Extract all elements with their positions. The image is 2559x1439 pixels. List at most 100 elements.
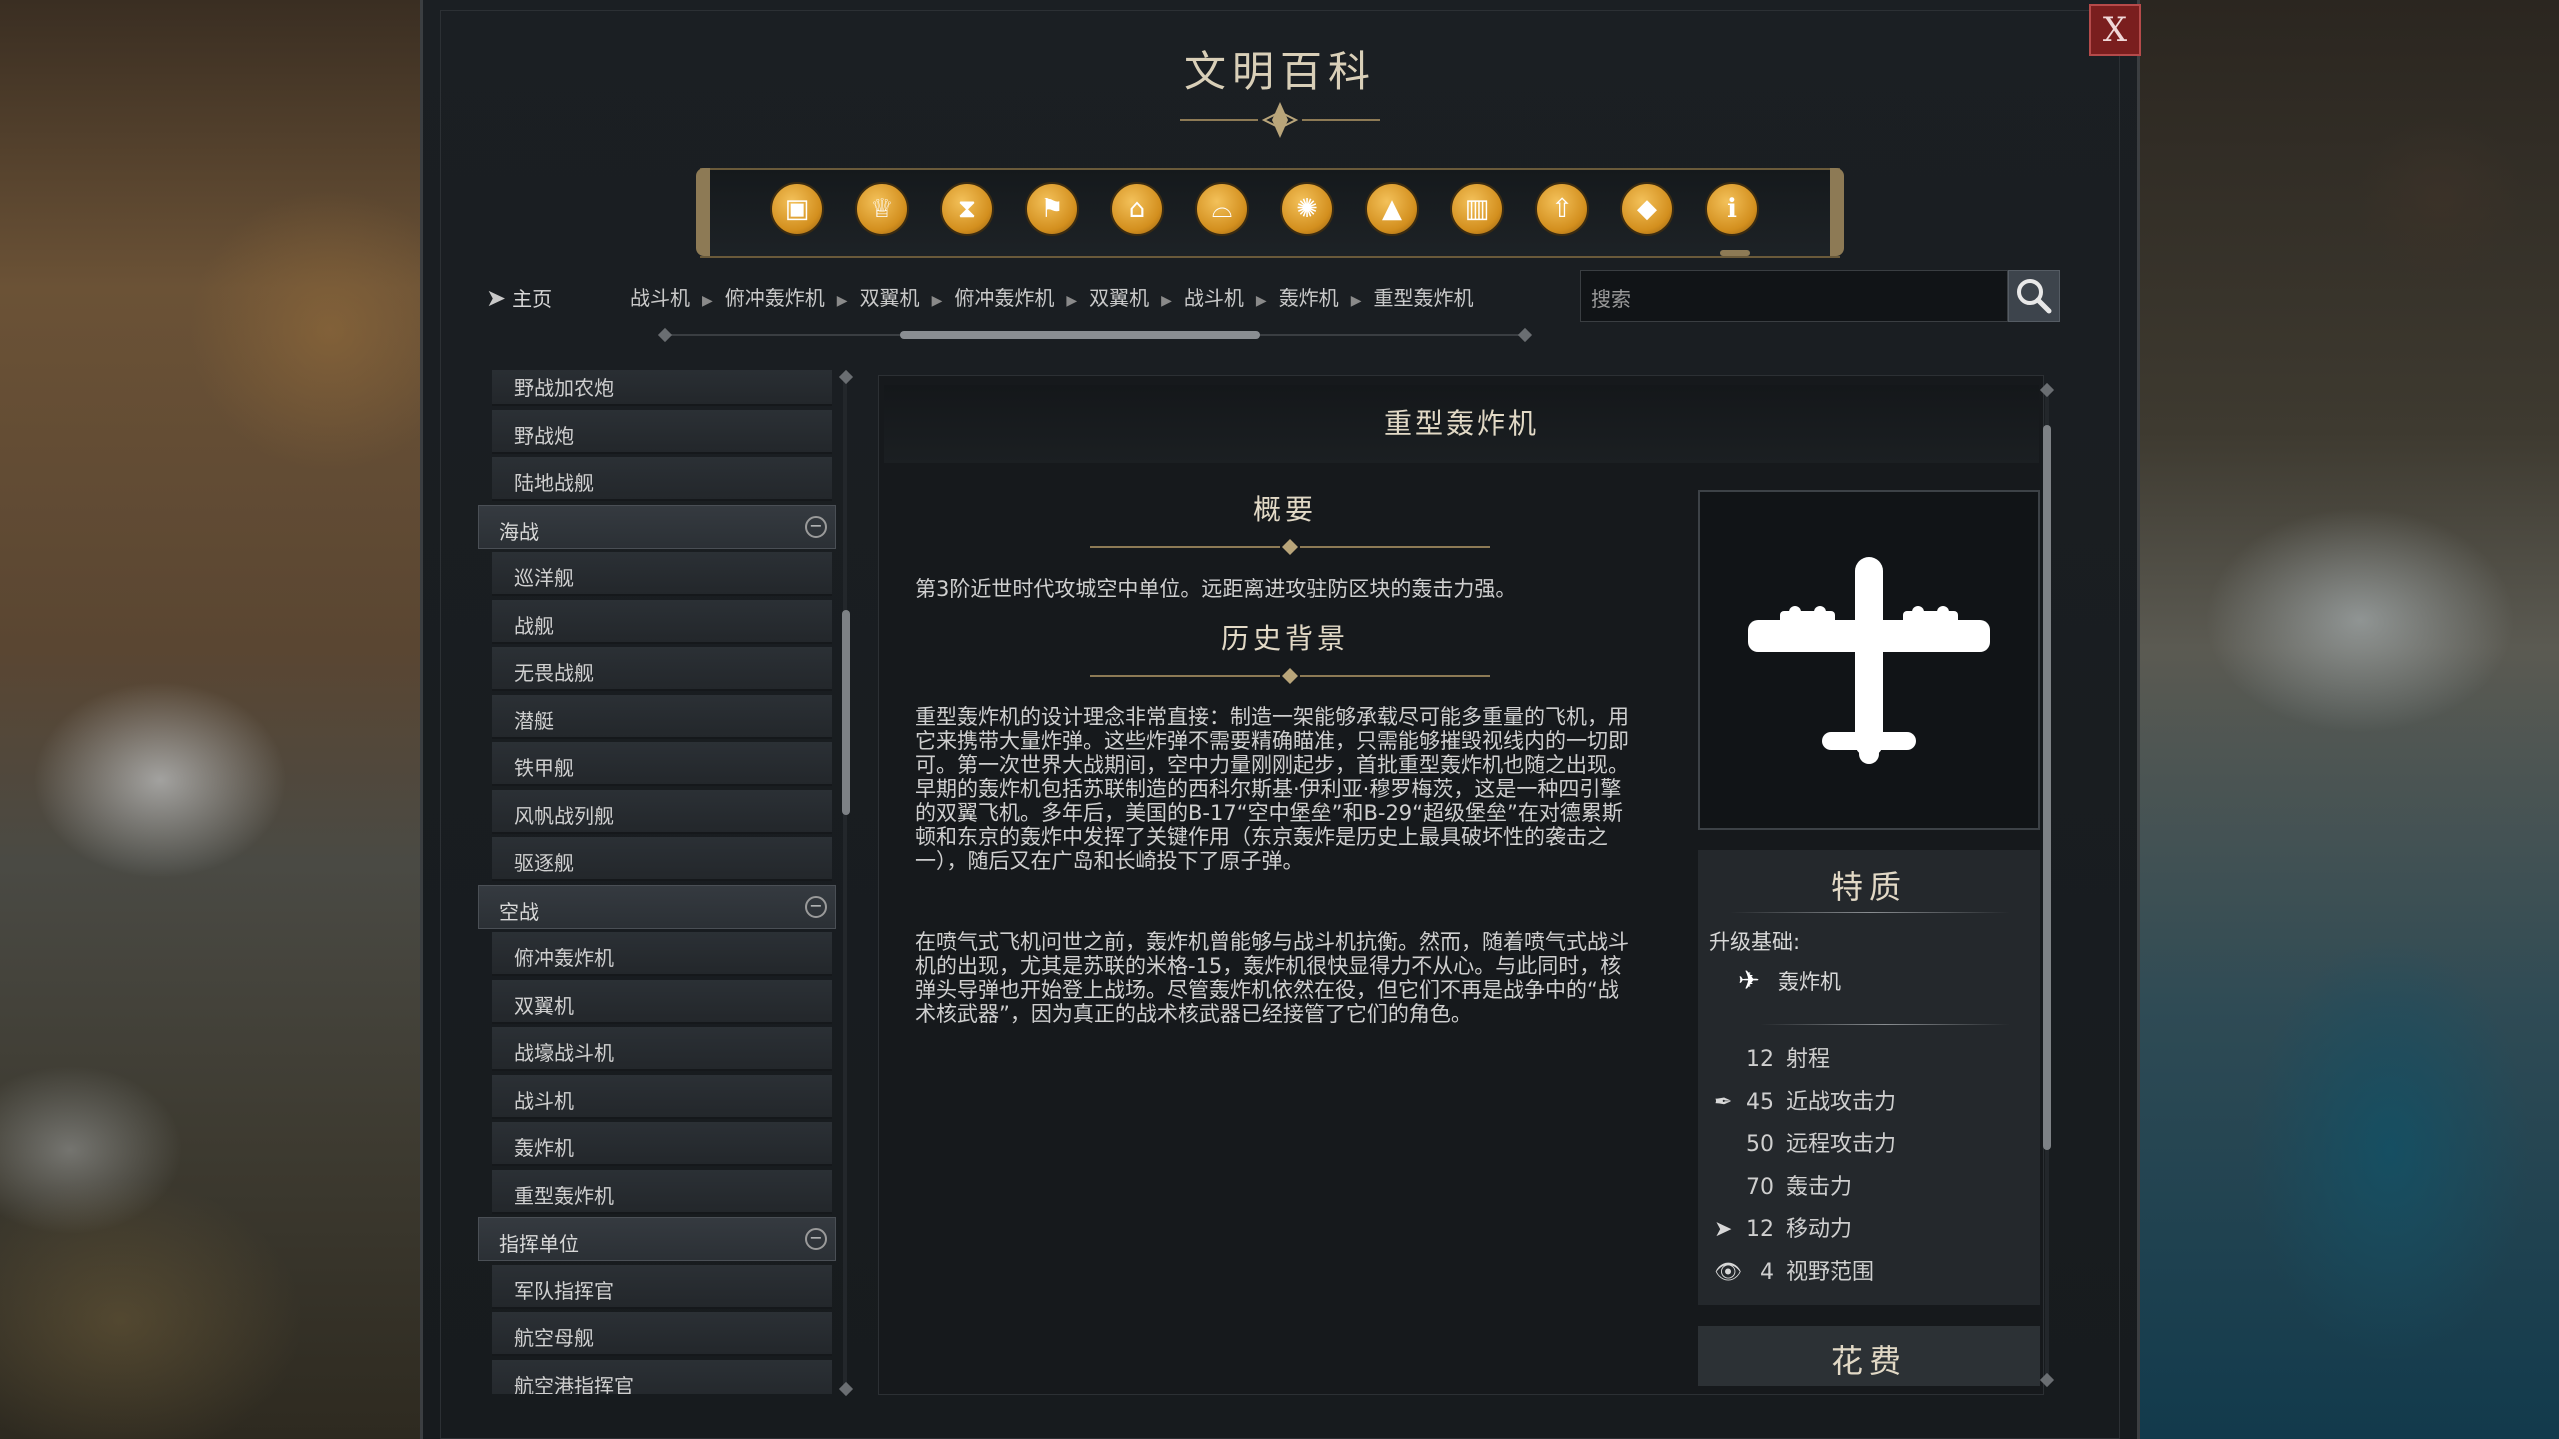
mountain-icon[interactable]: ▲ (1365, 182, 1419, 236)
stat-label: 视野范围 (1786, 1259, 1875, 1285)
stat-row: ➤ 12 移动力 (1714, 1211, 1852, 1243)
category-header-command[interactable]: 指挥单位 − (478, 1217, 836, 1261)
overview-text: 第3阶近世时代攻城空中单位。远距离进攻驻防区块的轰击力强。 (915, 577, 1517, 601)
list-item[interactable]: 双翼机 (492, 979, 832, 1024)
list-scroll-thumb[interactable] (842, 610, 850, 815)
melee-attack-icon: ✒ (1714, 1089, 1733, 1115)
map-background-left (0, 0, 420, 1439)
bomber-icon: ✈ (1738, 966, 1760, 996)
list-item[interactable]: 战斗机 (492, 1074, 832, 1119)
breadcrumb-separator-icon: ▶ (1255, 293, 1267, 309)
list-item[interactable]: 风帆战列舰 (492, 789, 832, 834)
category-selected-indicator (1720, 250, 1750, 256)
list-item[interactable]: 潜艇 (492, 694, 832, 739)
stat-value: 45 (1746, 1089, 1774, 1115)
history-paragraph-1: 重型轰炸机的设计理念非常直接：制造一架能够承载尽可能多重量的飞机，用它来携带大量… (915, 705, 1629, 873)
stat-label: 近战攻击力 (1786, 1089, 1897, 1115)
list-item[interactable]: 重型轰炸机 (492, 1169, 832, 1214)
breadcrumb-separator-icon: ▶ (836, 293, 848, 309)
breadcrumb-item[interactable]: 战斗机 (1184, 286, 1244, 310)
cost-title: 花费 (1830, 1342, 1907, 1380)
stat-label: 轰击力 (1786, 1174, 1853, 1200)
breadcrumb-item[interactable]: 轰炸机 (1279, 286, 1339, 310)
category-header-naval[interactable]: 海战 − (478, 504, 836, 549)
atom-icon[interactable]: ✺ (1280, 182, 1334, 236)
government-building-icon[interactable]: ⌂ (1110, 182, 1164, 236)
window-title: 文明百科 (1183, 47, 1376, 96)
goblet-icon[interactable]: ♕ (855, 182, 909, 236)
unit-image (1698, 490, 2040, 830)
breadcrumb-item[interactable]: 双翼机 (1089, 286, 1149, 310)
upgrade-label: 升级基础: (1709, 930, 1801, 954)
home-link[interactable]: ➤ 主页 (486, 283, 552, 312)
list-item[interactable]: 俯冲轰炸机 (492, 932, 832, 976)
list-item[interactable]: 铁甲舰 (492, 742, 832, 786)
breadcrumb-item[interactable]: 双翼机 (860, 286, 920, 310)
traits-title: 特质 (1830, 868, 1907, 906)
stat-value: 70 (1746, 1174, 1774, 1200)
stat-row: 12 射程 (1714, 1041, 1830, 1073)
list-item[interactable]: 战舰 (492, 599, 832, 644)
breadcrumb-separator-icon: ▶ (1066, 293, 1078, 309)
overview-title: 概要 (1252, 493, 1317, 526)
list-item[interactable]: 巡洋舰 (492, 552, 832, 596)
category-header-air[interactable]: 空战 − (478, 884, 836, 929)
category-header-air-label: 空战 (499, 899, 539, 924)
flag-icon[interactable]: ⚑ (1025, 182, 1079, 236)
article-list: 野战加农炮 野战炮 陆地战舰 海战 − 巡洋舰 战舰 无畏战舰 潜艇 铁甲舰 风帆战列舰 驱逐舰空战 −… (478, 370, 838, 1394)
category-bar-left-cap (696, 168, 710, 256)
category-header-command-label: 指挥单位 (499, 1232, 579, 1256)
stat-label: 移动力 (1786, 1217, 1853, 1242)
home-label: 主页 (512, 287, 553, 311)
stat-value: 12 (1746, 1217, 1774, 1242)
list-scroll-track (843, 375, 847, 1390)
breadcrumb: 战斗机 ▶ 俯冲轰炸机 ▶ 双翼机 ▶ 俯冲轰炸机 ▶ 双翼机 ▶ 战斗机 ▶ 轰炸机 ▶ 重型轰炸机 (630, 282, 1570, 314)
collapse-icon[interactable]: − (805, 1228, 827, 1250)
search-input[interactable]: 搜索 (1580, 270, 2008, 322)
list-item[interactable]: 航空母舰 (492, 1312, 832, 1356)
list-item[interactable]: 野战炮 (492, 409, 832, 454)
resource-book-icon[interactable]: ◆ (1620, 182, 1674, 236)
list-item[interactable]: 军队指挥官 (492, 1264, 832, 1309)
list-item[interactable]: 驱逐舰 (492, 837, 832, 881)
hourglass-icon[interactable]: ⧗ (940, 182, 994, 236)
close-button[interactable]: X (2089, 4, 2141, 56)
stat-value: 50 (1746, 1132, 1774, 1157)
stat-row: ✒ 45 近战攻击力 (1714, 1084, 1896, 1116)
breadcrumb-item[interactable]: 俯冲轰炸机 (725, 286, 825, 310)
upgrade-from-link[interactable]: ✈ 轰炸机 (1738, 966, 1841, 996)
stats-divider (1760, 1024, 2010, 1025)
breadcrumb-item[interactable]: 战斗机 (630, 286, 690, 310)
breadcrumb-scroll-thumb[interactable] (900, 331, 1260, 339)
info-icon[interactable]: ℹ (1705, 182, 1759, 236)
upgrade-arrow-icon[interactable]: ⇧ (1535, 182, 1589, 236)
collapse-icon[interactable]: − (805, 895, 827, 918)
breadcrumb-item[interactable]: 俯冲轰炸机 (954, 286, 1054, 310)
stat-value: 4 (1760, 1259, 1774, 1285)
collapse-icon[interactable]: − (805, 515, 827, 538)
list-item[interactable]: 航空港指挥官 (492, 1359, 832, 1394)
list-item[interactable]: 陆地战舰 (492, 457, 832, 501)
breadcrumb-separator-icon: ▶ (1161, 293, 1172, 309)
units-crate-icon[interactable]: ▣ (770, 182, 824, 236)
search-icon (2017, 279, 2052, 314)
unit-name-header: 重型轰炸机 (884, 385, 2039, 463)
list-item[interactable]: 轰炸机 (492, 1122, 832, 1166)
detail-scroll-thumb[interactable] (2043, 425, 2051, 1150)
list-item[interactable]: 野战加农炮 (492, 370, 832, 406)
open-book-icon[interactable]: ⌓ (1195, 182, 1249, 236)
breadcrumb-separator-icon: ▶ (702, 293, 713, 309)
search-button[interactable] (2008, 270, 2060, 322)
list-item[interactable]: 无畏战舰 (492, 647, 832, 691)
vision-eye-icon: 👁 (1714, 1259, 1742, 1285)
stat-row: 👁 4 视野范围 (1714, 1254, 1874, 1286)
overview-ornament (1090, 539, 1490, 555)
movement-icon: ➤ (1714, 1217, 1733, 1242)
category-bar: ▣ ♕ ⧗ ⚑ ⌂ ⌓ ✺ ▲ ▥ ⇧ ◆ ℹ (696, 168, 1844, 258)
map-background-right (2140, 0, 2559, 1439)
breadcrumb-scrollbar[interactable] (660, 330, 1520, 340)
stat-row: 70 轰击力 (1714, 1169, 1852, 1201)
city-building-icon[interactable]: ▥ (1450, 182, 1504, 236)
list-item[interactable]: 战壕战斗机 (492, 1027, 832, 1071)
breadcrumb-item[interactable]: 重型轰炸机 (1373, 286, 1473, 310)
